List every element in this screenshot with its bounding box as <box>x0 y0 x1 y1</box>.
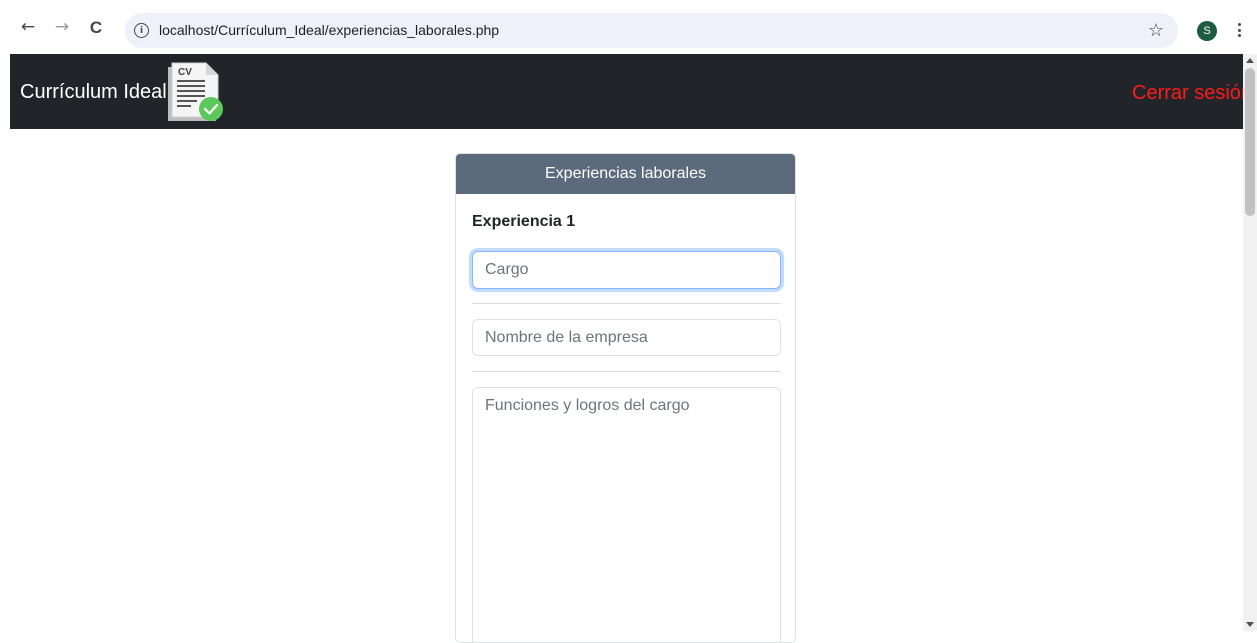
app-navbar: Currículum Ideal CV Cerrar sesión <box>10 54 1252 129</box>
back-arrow-icon[interactable]: ← <box>18 17 38 37</box>
experience-card: Experiencias laborales Experiencia 1 <box>455 153 796 643</box>
page-scrollbar[interactable] <box>1243 54 1257 631</box>
bookmark-star-icon[interactable]: ☆ <box>1148 20 1164 41</box>
browser-menu-icon[interactable] <box>1231 19 1247 41</box>
url-text[interactable]: localhost/Currículum_Ideal/experiencias_… <box>159 22 499 38</box>
divider <box>472 303 781 304</box>
site-info-icon[interactable]: i <box>134 23 149 38</box>
experience-title: Experiencia 1 <box>472 213 576 230</box>
cv-document-logo-icon: CV <box>168 62 223 121</box>
scroll-thumb[interactable] <box>1245 68 1255 216</box>
company-name-input[interactable] <box>472 319 781 356</box>
card-header: Experiencias laborales <box>456 154 795 194</box>
scroll-up-arrow-icon[interactable] <box>1246 58 1254 63</box>
divider <box>472 371 781 372</box>
logo-cv-text: CV <box>178 67 192 78</box>
card-body: Experiencia 1 <box>456 213 795 642</box>
browser-toolbar: ← → C i localhost/Currículum_Ideal/exper… <box>0 0 1257 54</box>
functions-textarea[interactable] <box>472 387 781 642</box>
address-bar[interactable]: i localhost/Currículum_Ideal/experiencia… <box>125 13 1178 48</box>
cargo-input[interactable] <box>472 251 781 289</box>
forward-arrow-icon[interactable]: → <box>52 17 72 37</box>
scroll-down-arrow-icon[interactable] <box>1246 622 1254 627</box>
reload-icon[interactable]: C <box>86 17 106 37</box>
logout-link[interactable]: Cerrar sesión <box>1132 82 1252 105</box>
profile-avatar[interactable]: S <box>1197 21 1217 41</box>
brand-name[interactable]: Currículum Ideal <box>20 81 167 104</box>
